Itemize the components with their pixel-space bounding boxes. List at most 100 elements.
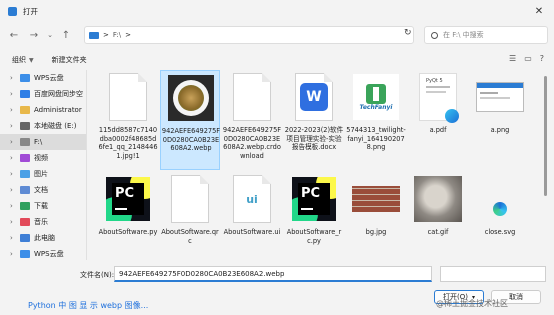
file-thumbnail: ui bbox=[228, 174, 276, 224]
sidebar-item[interactable]: › F:\ bbox=[0, 134, 86, 150]
filename-value: 942AEFE649275F0D0280CA0B23E608A2.webp bbox=[119, 269, 285, 278]
pane-divider[interactable] bbox=[86, 70, 87, 260]
sidebar-item-label: WPS云盘 bbox=[34, 74, 64, 82]
sidebar-item[interactable]: › 文档 bbox=[0, 182, 86, 198]
file-item[interactable]: a.png bbox=[470, 70, 530, 170]
file-item[interactable]: TechFanyi 5744313_twilight-fanyi_16419020… bbox=[346, 70, 406, 170]
folder-icon bbox=[20, 202, 30, 210]
screenshot-thumb bbox=[476, 82, 524, 112]
folder-icon bbox=[20, 154, 30, 162]
file-item[interactable]: 942AEFE649275F0D0280CA0B23E608A2.webp.cr… bbox=[222, 70, 282, 170]
file-name: AboutSoftware.ui bbox=[223, 228, 281, 236]
file-name: bg.jpg bbox=[365, 228, 387, 236]
expand-icon[interactable]: › bbox=[10, 154, 18, 162]
view-options-icon[interactable]: ☰ bbox=[509, 54, 516, 63]
sidebar-item[interactable]: › WPS云盘 bbox=[0, 246, 86, 260]
expand-icon[interactable]: › bbox=[10, 202, 18, 210]
ui-text: ui bbox=[246, 192, 258, 206]
file-item[interactable]: PC AboutSoftware.py bbox=[98, 172, 158, 260]
file-thumbnail bbox=[476, 174, 524, 224]
expand-icon[interactable]: › bbox=[10, 218, 18, 226]
file-item[interactable]: ui AboutSoftware.ui bbox=[222, 172, 282, 260]
folder-icon bbox=[20, 234, 30, 242]
file-item[interactable]: close.svg bbox=[470, 172, 530, 260]
file-item[interactable]: 115dd8587c7140dba0002f48685d6fe1_qq_2148… bbox=[98, 70, 158, 170]
ui-doc-icon: ui bbox=[233, 175, 271, 223]
file-item[interactable]: PC AboutSoftware_rc.py bbox=[284, 172, 344, 260]
food-photo bbox=[168, 75, 214, 121]
expand-icon[interactable]: › bbox=[10, 90, 18, 98]
expand-icon[interactable]: › bbox=[10, 250, 18, 258]
folder-icon bbox=[20, 90, 30, 98]
new-folder-button[interactable]: 新建文件夹 bbox=[52, 55, 87, 65]
file-name: cat.gif bbox=[427, 228, 449, 236]
pycharm-text: PC bbox=[115, 186, 135, 201]
folder-icon bbox=[20, 186, 30, 194]
expand-icon[interactable]: › bbox=[10, 122, 18, 130]
filename-input[interactable]: 942AEFE649275F0D0280CA0B23E608A2.webp bbox=[114, 266, 432, 282]
cat-photo bbox=[414, 176, 462, 222]
sidebar-item-label: 本地磁盘 (E:) bbox=[34, 122, 77, 130]
organize-button[interactable]: 组织 ▼ bbox=[12, 55, 34, 65]
expand-icon[interactable]: › bbox=[10, 74, 18, 82]
file-type-select[interactable] bbox=[440, 266, 546, 282]
address-separator: > bbox=[103, 31, 109, 39]
file-thumbnail bbox=[167, 73, 215, 123]
file-item[interactable]: W 2022-2023(2)软件项目管理实验-实验报告模板.docx bbox=[284, 70, 344, 170]
pane-icon[interactable]: ▭ bbox=[524, 54, 532, 63]
navigation-bar: ← → ⌄ ↑ > F:\ > ↻ 在 F:\ 中搜索 bbox=[0, 24, 554, 46]
up-arrow-icon[interactable]: ↑ bbox=[58, 27, 74, 43]
expand-icon[interactable]: › bbox=[10, 234, 18, 242]
app-icon bbox=[8, 6, 17, 16]
scrollbar[interactable] bbox=[543, 70, 548, 260]
sidebar-item[interactable]: › 音乐 bbox=[0, 214, 86, 230]
scrollbar-thumb[interactable] bbox=[544, 76, 547, 196]
sidebar-item[interactable]: › 下载 bbox=[0, 198, 86, 214]
wps-doc-icon: W bbox=[295, 73, 333, 121]
edge-icon bbox=[493, 202, 507, 216]
help-icon[interactable]: ? bbox=[540, 54, 544, 63]
file-thumbnail: PC bbox=[290, 174, 338, 224]
pycharm-icon: PC bbox=[106, 177, 150, 221]
brick-photo bbox=[352, 186, 400, 212]
file-item[interactable]: 942AEFE649275F0D0280CA0B23E608A2.webp bbox=[160, 70, 220, 170]
techfanyi-text: TechFanyi bbox=[359, 103, 393, 111]
sidebar-item[interactable]: › 此电脑 bbox=[0, 230, 86, 246]
file-name: 2022-2023(2)软件项目管理实验-实验报告模板.docx bbox=[284, 126, 344, 151]
expand-icon[interactable]: › bbox=[10, 138, 18, 146]
expand-icon[interactable]: › bbox=[10, 186, 18, 194]
file-item[interactable]: PyQt 5 a.pdf bbox=[408, 70, 468, 170]
sidebar-item[interactable]: › Administrator bbox=[0, 102, 86, 118]
pycharm-icon: PC bbox=[292, 177, 336, 221]
sidebar-item-label: WPS云盘 bbox=[34, 250, 64, 258]
expand-icon[interactable]: › bbox=[10, 170, 18, 178]
sidebar-item[interactable]: › WPS云盘 bbox=[0, 70, 86, 86]
sidebar-item[interactable]: › 百度网盘同步空 bbox=[0, 86, 86, 102]
sidebar-item-label: 图片 bbox=[34, 170, 48, 178]
file-thumbnail: W bbox=[290, 72, 338, 122]
file-item[interactable]: bg.jpg bbox=[346, 172, 406, 260]
chevron-down-icon[interactable]: ⌄ bbox=[42, 27, 58, 43]
sidebar-item-label: 下载 bbox=[34, 202, 48, 210]
search-input[interactable]: 在 F:\ 中搜索 bbox=[424, 26, 548, 44]
expand-icon[interactable]: › bbox=[10, 106, 18, 114]
close-icon[interactable]: ✕ bbox=[528, 3, 550, 19]
file-item[interactable]: cat.gif bbox=[408, 172, 468, 260]
sidebar-item[interactable]: › 本地磁盘 (E:) bbox=[0, 118, 86, 134]
file-list: 115dd8587c7140dba0002f48685d6fe1_qq_2148… bbox=[98, 70, 538, 260]
address-bar[interactable]: > F:\ > bbox=[84, 26, 414, 44]
file-name: AboutSoftware_rc.py bbox=[286, 228, 342, 245]
address-drive[interactable]: F:\ bbox=[113, 31, 121, 39]
document-icon bbox=[109, 73, 147, 121]
back-arrow-icon[interactable]: ← bbox=[6, 27, 22, 43]
navigation-pane: › WPS云盘 › 百度网盘同步空 › Administrator › 本地磁盘 (E:) › F… bbox=[0, 70, 86, 260]
sidebar-item[interactable]: › 图片 bbox=[0, 166, 86, 182]
file-item[interactable]: AboutSoftware.qrc bbox=[160, 172, 220, 260]
sidebar-item[interactable]: › 视频 bbox=[0, 150, 86, 166]
file-thumbnail: PyQt 5 bbox=[414, 72, 462, 123]
folder-icon bbox=[20, 250, 30, 258]
refresh-icon[interactable]: ↻ bbox=[404, 28, 412, 38]
document-icon bbox=[233, 73, 271, 121]
file-name: AboutSoftware.py bbox=[98, 228, 158, 236]
forward-arrow-icon[interactable]: → bbox=[26, 27, 42, 43]
